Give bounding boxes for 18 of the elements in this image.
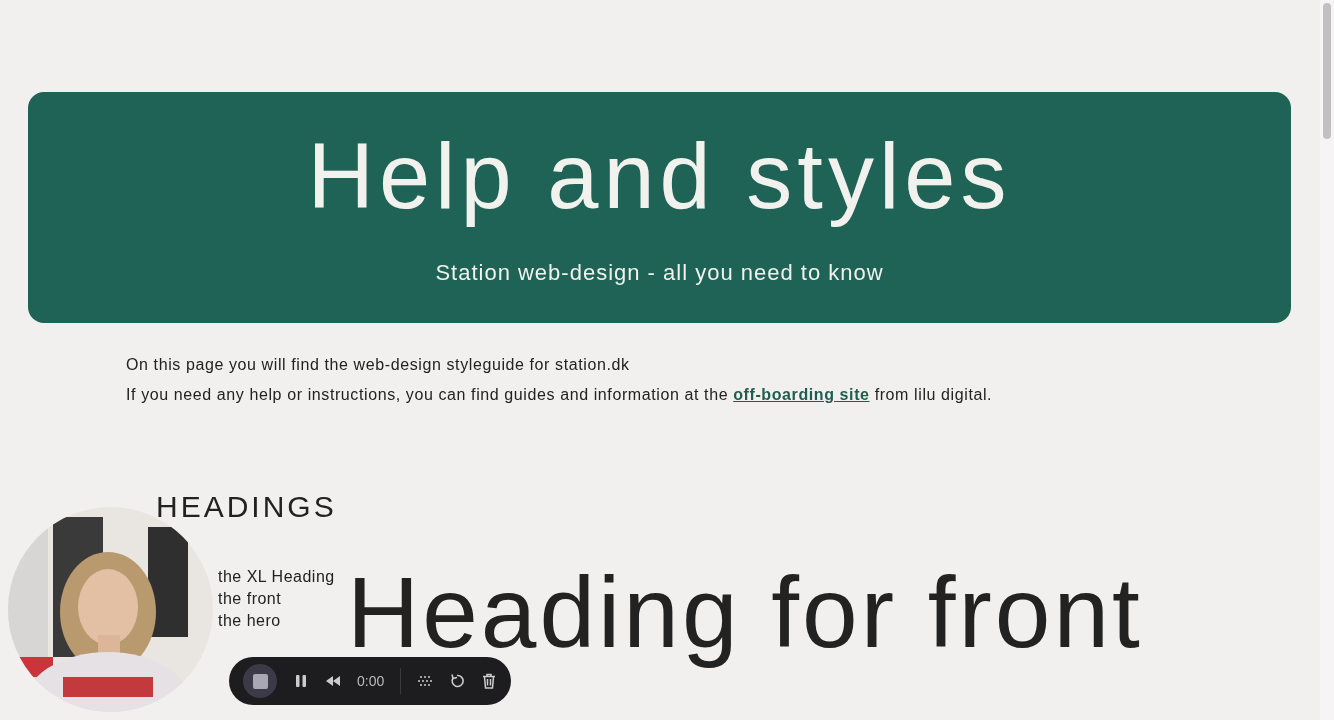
rewind-icon[interactable] <box>325 673 341 689</box>
section-heading: HEADINGS <box>156 490 338 524</box>
grid-icon[interactable] <box>417 673 434 689</box>
recording-time: 0:00 <box>357 673 385 689</box>
scrollbar[interactable] <box>1320 0 1334 720</box>
page-title: Help and styles <box>307 126 1012 226</box>
stop-button[interactable] <box>243 664 277 698</box>
restart-icon[interactable] <box>449 673 466 689</box>
trash-icon[interactable] <box>481 673 498 689</box>
intro-text: If you need any help or instructions, you can find guides and information at the off-boarding site from lilu digital. <box>126 385 994 404</box>
offboarding-link[interactable]: off-boarding site <box>733 386 870 403</box>
page-subtitle: Station web-design - all you need to know <box>435 260 884 286</box>
description-text: the front <box>218 589 283 609</box>
pause-icon[interactable] <box>293 673 309 689</box>
intro-text: On this page you will find the web-design styleguide for station.dk <box>126 355 631 374</box>
example-heading: Heading for front <box>347 555 1143 670</box>
description-text: the hero <box>218 611 282 631</box>
description-text: the XL Heading <box>218 567 336 587</box>
